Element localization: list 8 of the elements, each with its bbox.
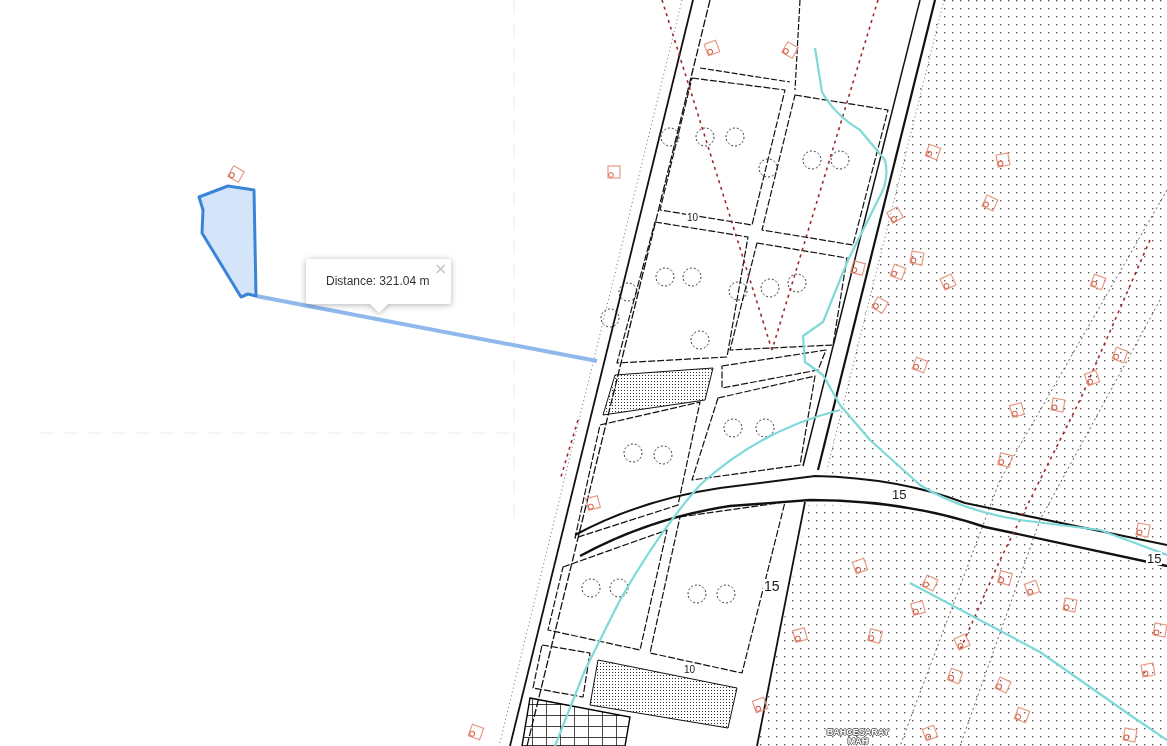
- map-label: 10: [686, 213, 700, 223]
- distance-text: Distance: 321.04 m: [326, 273, 430, 290]
- map-label: 15: [1146, 552, 1163, 565]
- close-button[interactable]: ×: [434, 262, 448, 276]
- map-label: 15: [763, 579, 781, 593]
- place-name-label: BAHCESARAY MAH: [825, 728, 891, 746]
- map-label: 10: [683, 665, 697, 675]
- map-label: 15: [891, 488, 908, 501]
